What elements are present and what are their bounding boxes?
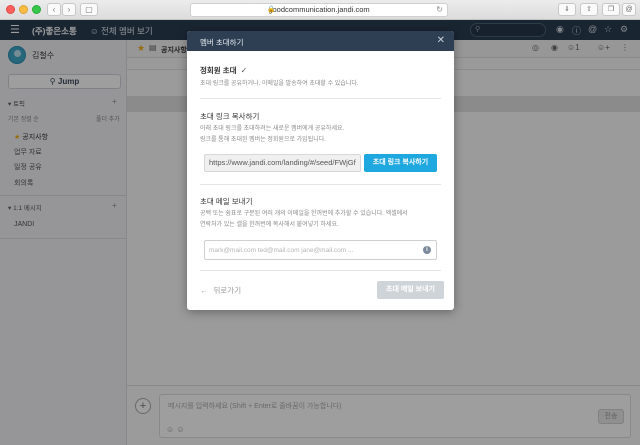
back-label: 뒤로가기 [213,286,242,295]
reload-icon[interactable]: ↻ [436,4,443,16]
copy-link-description-1: 아래 초대 링크를 초대하려는 새로운 멤버에게 공유하세요. [200,126,345,132]
email-invite-heading: 초대 메일 보내기 [200,197,253,206]
section-divider [200,98,441,99]
close-window-button[interactable] [6,5,15,14]
info-icon[interactable]: i [423,246,431,254]
maximize-window-button[interactable] [32,5,41,14]
tabs-icon[interactable]: ❐ [602,3,620,16]
back-arrow-icon[interactable]: ‹ [47,3,61,16]
arrow-left-icon: ← [200,286,208,295]
full-member-invite-heading: 정회원 초대 ✓ [200,65,247,76]
email-invite-description-2: 연락처가 있는 셀을 한꺼번에 복사해서 붙여넣기 하세요. [200,222,339,228]
address-bar-url: goodcommunication.jandi.com [268,5,370,14]
send-invite-email-button[interactable]: 초대 메일 보내기 [377,281,444,299]
share-icon[interactable]: ⇧ [580,3,598,16]
modal-header: 멤버 초대하기 ✕ [187,31,454,51]
copy-link-heading: 초대 링크 복사하기 [200,112,260,121]
modal-title: 멤버 초대하기 [200,38,244,47]
section-divider [200,184,441,185]
full-member-invite-description: 초대 링크를 공유하거나, 이메일을 발송하여 초대할 수 있습니다. [200,81,359,87]
invite-member-modal: 멤버 초대하기 ✕ 정회원 초대 ✓ 초대 링크를 공유하거나, 이메일을 발송하… [187,31,454,310]
close-icon[interactable]: ✕ [437,35,445,46]
check-icon: ✓ [240,66,248,75]
forward-arrow-icon[interactable]: › [62,3,76,16]
invite-link-field[interactable]: https://www.jandi.com/landing/#/seed/FWj… [204,154,361,172]
minimize-window-button[interactable] [19,5,28,14]
email-input-wrapper: i [204,240,437,260]
copy-link-button[interactable]: 초대 링크 복사하기 [364,154,437,172]
copy-link-description-2: 링크를 통해 초대된 멤버는 정회원으로 가입됩니다. [200,137,326,143]
browser-toolbar: ‹ › ▢ 🔒 goodcommunication.jandi.com ↻ ⇓ … [0,0,640,20]
email-input[interactable] [209,243,409,257]
back-button[interactable]: ← 뒤로가기 [200,285,241,296]
address-bar[interactable]: 🔒 goodcommunication.jandi.com ↻ [190,3,448,17]
lock-icon: 🔒 [267,6,276,13]
section-divider [200,270,441,271]
email-invite-description-1: 공백 또는 쉼표로 구분된 여러 개의 이메일을 한꺼번에 추가할 수 있습니다… [200,211,408,217]
download-icon[interactable]: ⇓ [558,3,576,16]
section-title: 정회원 초대 [200,66,237,75]
sidebar-toggle-icon[interactable]: ▢ [80,3,98,16]
at-icon[interactable]: @ [622,3,636,16]
